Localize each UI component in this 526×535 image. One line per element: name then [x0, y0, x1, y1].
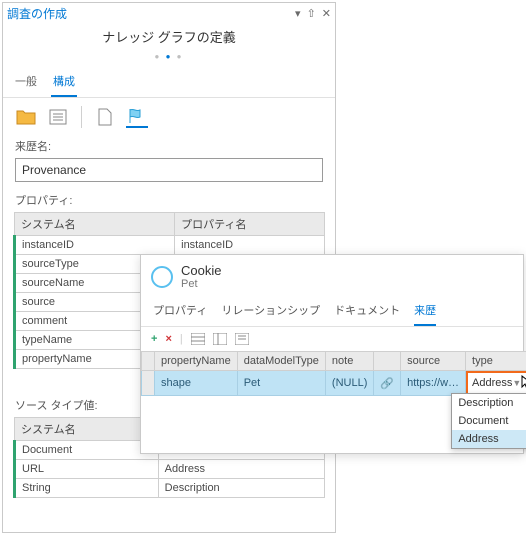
filter-icon[interactable] [213, 333, 227, 345]
popup-toolbar: + × | [141, 327, 523, 351]
col-system-name[interactable]: システム名 [15, 213, 175, 236]
list-icon[interactable] [47, 106, 69, 128]
dropdown-option[interactable]: Document [452, 412, 526, 430]
cell-source[interactable]: https://w… [401, 371, 466, 396]
folder-icon[interactable] [15, 106, 37, 128]
cell-type[interactable]: Address ▼ Description Document Address [466, 371, 526, 396]
dropdown-option[interactable]: Description [452, 394, 526, 412]
col-system-name[interactable]: システム名 [15, 418, 159, 441]
table-row[interactable]: URLAddress [15, 460, 325, 479]
col-property-name[interactable]: プロパティ名 [175, 213, 325, 236]
link-icon[interactable]: 🔗 [374, 371, 401, 396]
grid-header-row: システム名 プロパティ名 [15, 213, 325, 236]
source-name-input[interactable] [15, 158, 323, 182]
dropdown-option[interactable]: Address [452, 430, 526, 448]
table-icon[interactable] [191, 333, 205, 345]
popup-tab-provenance[interactable]: 来歴 [414, 298, 436, 326]
cell-note[interactable]: (NULL) [325, 371, 373, 396]
chevron-down-icon[interactable]: ▼ [512, 378, 521, 388]
add-icon[interactable]: + [151, 333, 157, 345]
type-combobox[interactable]: Address ▼ [466, 371, 526, 395]
col-propertyname[interactable]: propertyName [155, 352, 238, 371]
refresh-icon[interactable] [235, 333, 249, 345]
grid-header-row: propertyName dataModelType note source t… [142, 352, 526, 371]
flag-icon[interactable] [126, 106, 148, 128]
cell-datamodeltype[interactable]: Pet [237, 371, 325, 396]
popup-tab-relationships[interactable]: リレーションシップ [221, 298, 320, 326]
provenance-grid: propertyName dataModelType note source t… [141, 351, 523, 396]
cell-propertyname[interactable]: shape [155, 371, 238, 396]
col-note[interactable]: note [325, 352, 373, 371]
pin-icon[interactable]: ⇧ [307, 7, 316, 20]
tab-composition[interactable]: 構成 [51, 69, 77, 97]
step-indicator: ● ● ● [3, 52, 335, 61]
col-source[interactable]: source [401, 352, 466, 371]
entity-type-icon [151, 266, 173, 288]
panel-tabs: 一般 構成 [3, 69, 335, 98]
col-datamodeltype[interactable]: dataModelType [237, 352, 325, 371]
toolbar [3, 98, 335, 136]
cursor-icon [521, 375, 526, 391]
table-row[interactable]: instanceIDinstanceID [15, 236, 325, 255]
definition-title: ナレッジ グラフの定義 [3, 27, 335, 46]
popup-tabs: プロパティ リレーションシップ ドキュメント 来歴 [141, 294, 523, 327]
close-icon[interactable]: ✕ [322, 7, 331, 20]
popup-subtitle: Pet [181, 278, 221, 290]
label-source-name: 来歴名: [3, 136, 335, 158]
table-row[interactable]: shape Pet (NULL) 🔗 https://w… Address ▼ … [142, 371, 526, 396]
popup-title: Cookie [181, 263, 221, 278]
chevron-down-icon[interactable]: ▾ [295, 7, 301, 20]
type-value: Address [472, 377, 512, 389]
panel-title: 調査の作成 [7, 5, 295, 22]
page-icon[interactable] [94, 106, 116, 128]
label-properties: プロパティ: [3, 190, 335, 212]
entity-popup: Cookie Pet プロパティ リレーションシップ ドキュメント 来歴 + ×… [140, 254, 524, 454]
delete-icon[interactable]: × [165, 333, 171, 345]
popup-tab-documents[interactable]: ドキュメント [334, 298, 400, 326]
panel-header: 調査の作成 ▾ ⇧ ✕ [3, 3, 335, 23]
popup-tab-properties[interactable]: プロパティ [153, 298, 207, 326]
table-row[interactable]: StringDescription [15, 479, 325, 498]
type-dropdown: Description Document Address [451, 393, 526, 449]
tab-general[interactable]: 一般 [13, 69, 39, 97]
col-type[interactable]: type [466, 352, 526, 371]
